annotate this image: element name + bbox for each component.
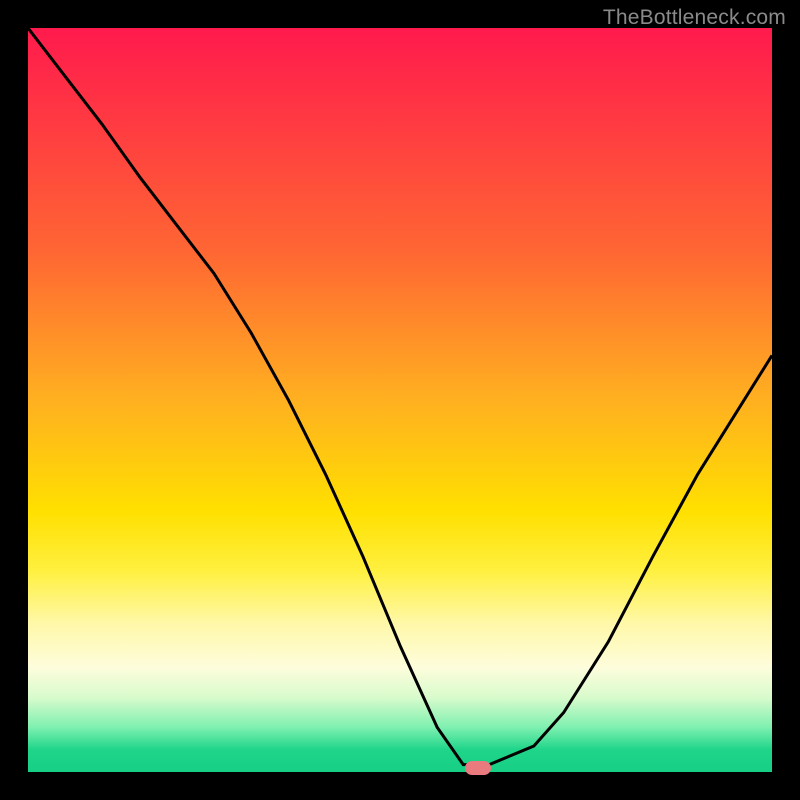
chart-frame: TheBottleneck.com [0, 0, 800, 800]
curve-svg [28, 28, 772, 772]
optimal-marker [465, 761, 491, 775]
plot-area [28, 28, 772, 772]
attribution-text: TheBottleneck.com [603, 6, 786, 30]
bottleneck-curve [28, 28, 772, 765]
